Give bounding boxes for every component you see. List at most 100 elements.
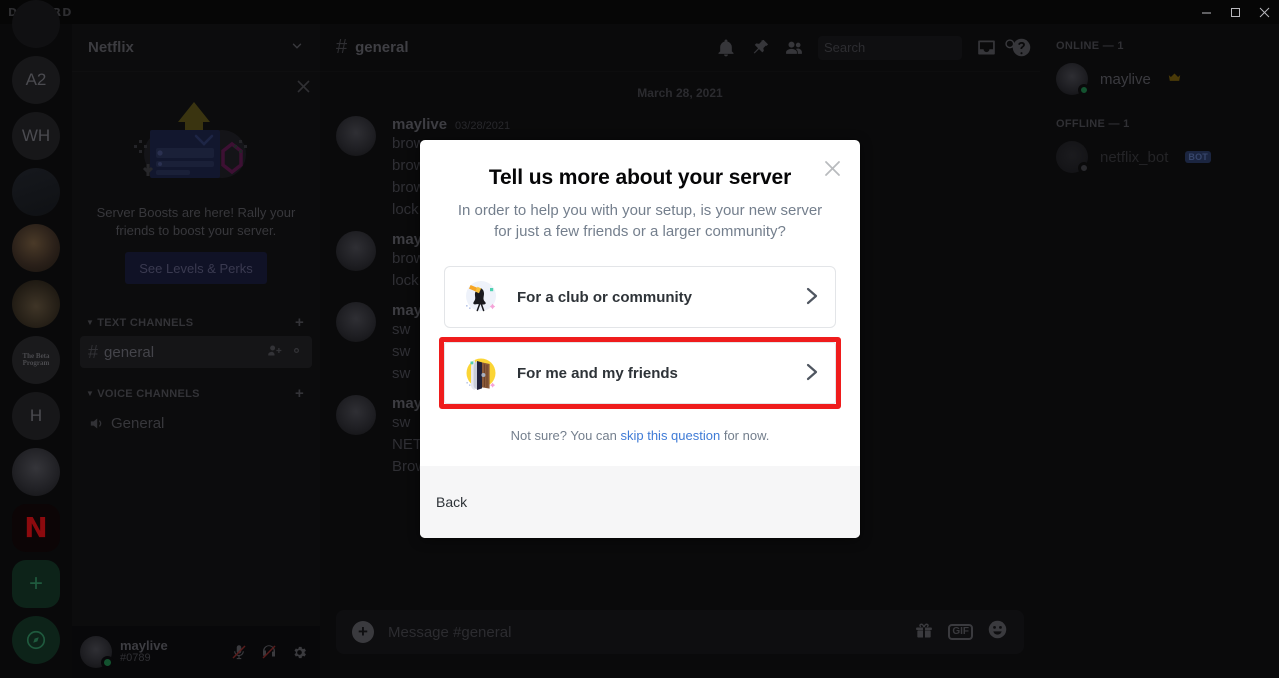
add-attachment-icon[interactable]: +: [352, 621, 374, 643]
channel-header: # general: [320, 24, 1040, 72]
microphone-muted-icon[interactable]: [226, 639, 252, 665]
message-author[interactable]: maylive: [392, 116, 447, 133]
avatar: [1056, 141, 1090, 174]
server-name-label: Netflix: [88, 39, 134, 56]
add-a-server-button[interactable]: +: [12, 560, 60, 608]
member-category-offline: OFFLINE — 1: [1056, 118, 1130, 130]
guild-dog-1[interactable]: [12, 224, 60, 272]
channel-general-text[interactable]: # general: [80, 336, 312, 368]
crown-icon: [1168, 72, 1181, 86]
guild-a2-label: A2: [25, 70, 47, 89]
skip-suffix: for now.: [720, 428, 770, 443]
avatar[interactable]: [336, 302, 376, 342]
channel-settings-gear-icon[interactable]: [289, 343, 304, 362]
skip-question-row: Not sure? You can skip this question for…: [444, 428, 836, 443]
create-channel-icon[interactable]: +: [295, 314, 304, 331]
guild-dog-2[interactable]: [12, 280, 60, 328]
member-name: maylive: [1100, 70, 1151, 88]
headphones-deafened-icon[interactable]: [256, 639, 282, 665]
avatar[interactable]: [336, 395, 376, 435]
member-row[interactable]: maylive: [1056, 58, 1271, 100]
server-type-options: For a club or community For me and my fr…: [439, 266, 841, 409]
chevron-down-icon: ▼: [86, 318, 95, 327]
bot-badge: BOT: [1185, 151, 1211, 163]
members-icon[interactable]: [784, 38, 804, 58]
back-button[interactable]: Back: [436, 494, 467, 510]
status-badge: [1078, 162, 1090, 174]
user-panel: maylive #0789: [72, 626, 320, 678]
category-voice-channels[interactable]: ▼ VOICE CHANNELS +: [72, 369, 320, 406]
category-label: TEXT CHANNELS: [97, 316, 194, 329]
modal-subtitle: In order to help you with your setup, is…: [457, 202, 823, 240]
server-rail: A2 WH The Beta Program H N +: [0, 0, 72, 678]
boost-illustration: [106, 90, 286, 200]
username-label: maylive: [120, 638, 168, 653]
chevron-right-icon: [805, 287, 819, 308]
search-input[interactable]: [824, 40, 1000, 55]
member-category-online: ONLINE — 1: [1056, 40, 1124, 52]
gift-icon[interactable]: [914, 620, 934, 645]
create-channel-icon[interactable]: +: [295, 385, 304, 402]
guild-netflix[interactable]: N: [12, 504, 60, 552]
category-label: VOICE CHANNELS: [97, 387, 200, 400]
guild-avatar[interactable]: [12, 448, 60, 496]
see-levels-and-perks-button[interactable]: See Levels & Perks: [125, 252, 267, 284]
guild-beta-label: The Beta Program: [22, 351, 50, 367]
gif-picker-icon[interactable]: GIF: [948, 624, 973, 640]
discord-window: DISCORD A2 WH The Beta Program H: [0, 0, 1279, 678]
search-box[interactable]: [818, 35, 1017, 60]
compass-icon: [26, 630, 46, 650]
close-icon[interactable]: [820, 156, 844, 180]
member-list: ONLINE — 1 maylive OFFLINE — 1 netflix_b…: [1040, 24, 1279, 678]
member-row[interactable]: netflix_bot BOT: [1056, 136, 1271, 178]
open-door-icon: [459, 352, 501, 394]
channel-name-label: General: [111, 414, 165, 432]
create-invite-icon[interactable]: [267, 343, 282, 362]
guild-home[interactable]: [12, 0, 60, 48]
server-header[interactable]: Netflix: [72, 24, 320, 72]
close-icon[interactable]: [297, 80, 310, 96]
guild-wh-label: WH: [21, 126, 51, 145]
option-me-and-my-friends[interactable]: For me and my friends: [444, 342, 836, 404]
chevron-right-icon: [805, 363, 819, 384]
option-label: For a club or community: [517, 288, 693, 306]
highlight-box: For me and my friends: [439, 337, 841, 409]
pin-icon[interactable]: [750, 38, 770, 58]
member-name: netflix_bot: [1100, 148, 1169, 166]
help-icon[interactable]: [1011, 37, 1032, 58]
modal-title: Tell us more about your server: [488, 166, 792, 189]
user-discriminator-label: #0789: [120, 652, 151, 664]
emoji-icon[interactable]: [987, 619, 1008, 645]
boost-promo-text: Server Boosts are here! Rally your frien…: [96, 205, 296, 238]
option-club-or-community[interactable]: For a club or community: [444, 266, 836, 328]
skip-this-question-link[interactable]: skip this question: [620, 428, 720, 443]
gear-icon[interactable]: [286, 639, 312, 665]
guild-h[interactable]: H: [12, 392, 60, 440]
message-timestamp: 03/28/2021: [455, 120, 511, 132]
guild-wh[interactable]: WH: [12, 112, 60, 160]
status-badge: [1078, 84, 1090, 96]
guild-a2[interactable]: A2: [12, 56, 60, 104]
skip-prefix: Not sure? You can: [510, 428, 621, 443]
explore-servers-button[interactable]: [12, 616, 60, 664]
channel-title: general: [355, 39, 409, 56]
netflix-logo-icon: N: [24, 511, 48, 544]
bell-icon[interactable]: [716, 38, 736, 58]
guild-notes[interactable]: [12, 168, 60, 216]
hash-icon: #: [336, 36, 348, 58]
date-divider: March 28, 2021: [637, 86, 723, 100]
channel-general-voice[interactable]: General: [80, 407, 312, 439]
avatar[interactable]: [336, 116, 376, 156]
chevron-down-icon: ▼: [86, 389, 95, 398]
avatar[interactable]: [336, 231, 376, 271]
guild-beta-program[interactable]: The Beta Program: [12, 336, 60, 384]
category-text-channels[interactable]: ▼ TEXT CHANNELS +: [72, 298, 320, 335]
avatar[interactable]: [80, 636, 114, 669]
message-input[interactable]: Message #general: [388, 624, 914, 641]
plus-icon: +: [28, 570, 43, 597]
inbox-icon[interactable]: [976, 37, 997, 58]
megaphone-person-icon: [459, 276, 501, 318]
message-composer[interactable]: + Message #general GIF: [336, 610, 1024, 654]
status-badge: [101, 656, 114, 669]
modal-footer: Back: [420, 466, 860, 538]
